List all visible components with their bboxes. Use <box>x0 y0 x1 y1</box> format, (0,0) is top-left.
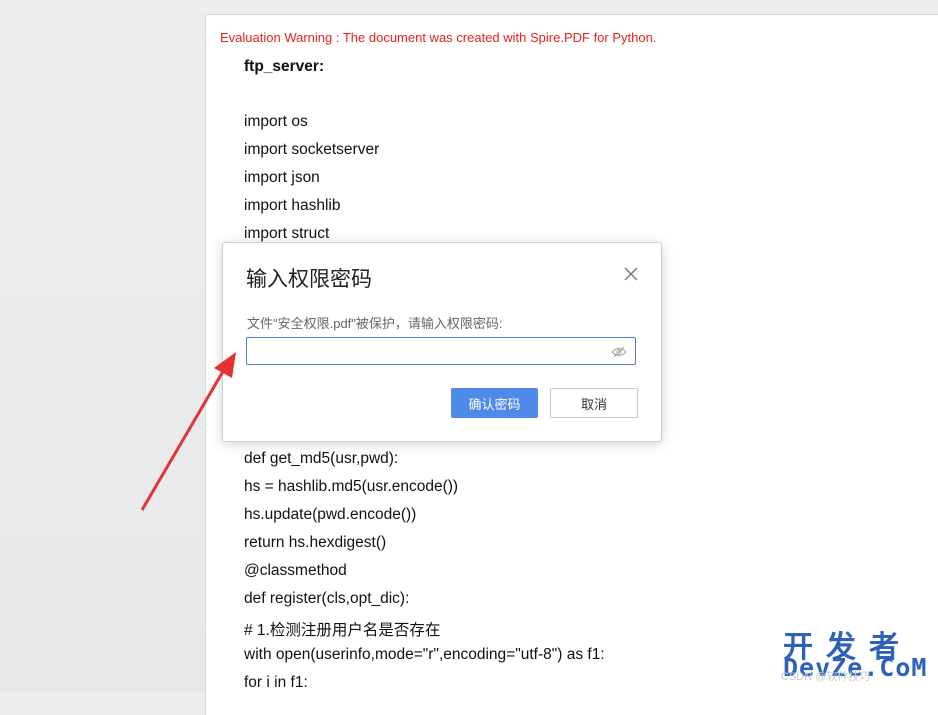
dialog-title: 输入权限密码 <box>246 268 372 291</box>
code-line: import json <box>244 169 320 186</box>
password-input[interactable] <box>253 339 607 365</box>
code-line: for i in f1: <box>244 674 308 691</box>
confirm-password-button[interactable]: 确认密码 <box>451 388 538 418</box>
code-line: import struct <box>244 225 330 242</box>
evaluation-warning: Evaluation Warning : The document was cr… <box>220 30 657 45</box>
watermark-source: CSDN @软件技巧 <box>781 671 871 683</box>
code-line: return hs.hexdigest() <box>244 534 387 551</box>
code-line: def register(cls,opt_dic): <box>244 590 410 607</box>
password-dialog: 输入权限密码 文件"安全权限.pdf"被保护，请输入权限密码: 确认密码 取消 <box>222 242 662 442</box>
code-line: import hashlib <box>244 197 341 214</box>
code-line: # 1.检测注册用户名是否存在 <box>244 622 441 639</box>
document-heading: ftp_server: <box>244 58 325 75</box>
password-field[interactable] <box>246 337 636 365</box>
code-line: hs.update(pwd.encode()) <box>244 506 417 523</box>
code-line: hs = hashlib.md5(usr.encode()) <box>244 478 459 495</box>
code-line: with open(userinfo,mode="r",encoding="ut… <box>244 646 605 663</box>
code-line: import os <box>244 113 308 130</box>
cancel-button[interactable]: 取消 <box>550 388 638 418</box>
code-line: @classmethod <box>244 562 347 579</box>
code-line: def get_md5(usr,pwd): <box>244 450 399 467</box>
close-icon[interactable] <box>623 266 639 282</box>
dialog-prompt: 文件"安全权限.pdf"被保护，请输入权限密码: <box>247 316 503 331</box>
code-line: import socketserver <box>244 141 380 158</box>
hidden-eye-icon[interactable] <box>611 345 627 358</box>
